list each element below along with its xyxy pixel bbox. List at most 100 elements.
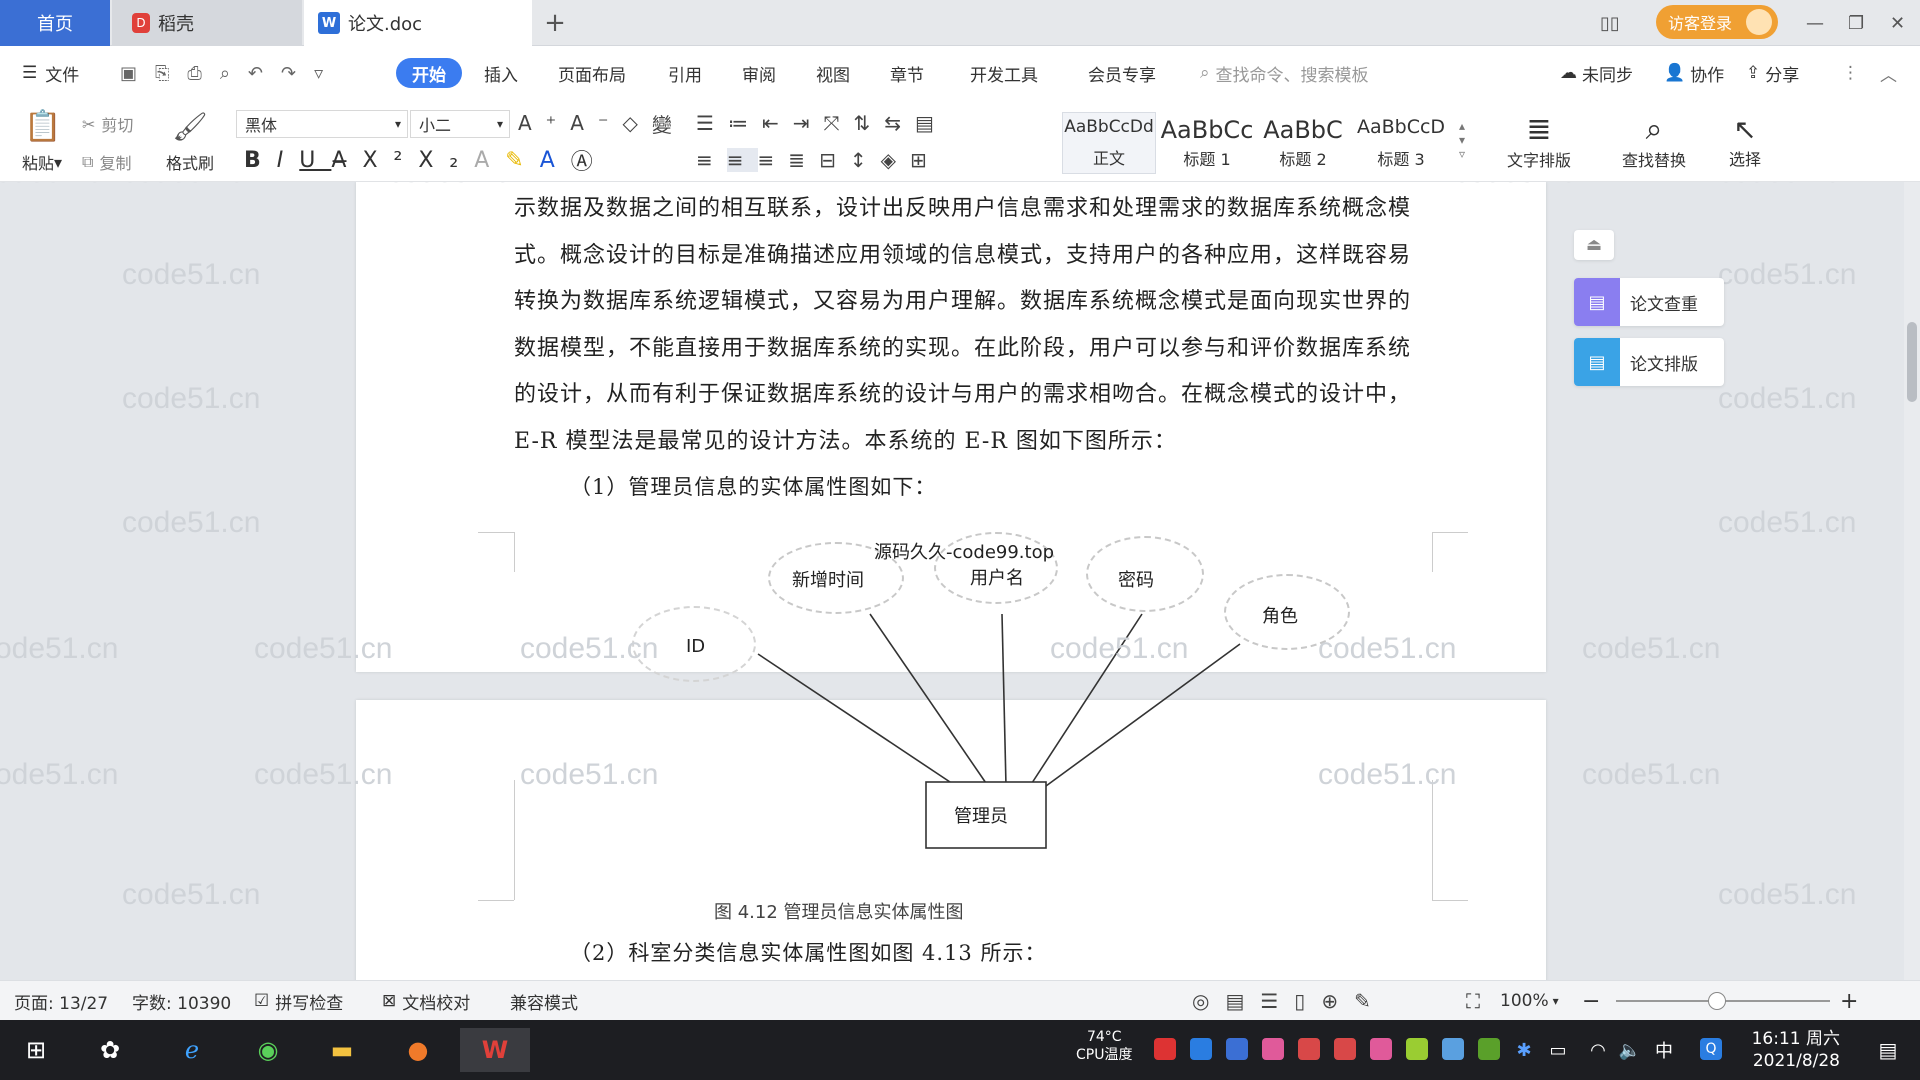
highlight-icon[interactable]: ✎ <box>505 148 539 173</box>
paste-button[interactable]: 粘贴 ▾ <box>14 150 70 174</box>
justify-icon[interactable]: ≣ <box>788 148 819 172</box>
tray-app-icon[interactable] <box>1298 1038 1320 1060</box>
tab-view[interactable]: 视图 <box>816 58 850 88</box>
borders-icon[interactable]: ⊞ <box>910 148 941 172</box>
side-panel-collapse-icon[interactable]: ⏏ <box>1574 230 1614 260</box>
tray-app-icon[interactable] <box>1406 1038 1428 1060</box>
align-right-icon[interactable]: ≡ <box>758 148 789 172</box>
tab-home[interactable]: 首页 <box>0 0 110 46</box>
style-heading-2[interactable]: AaBbC 标题 2 <box>1256 112 1350 174</box>
phonetic-icon[interactable]: 變 <box>652 109 686 138</box>
read-view-icon[interactable]: ▯ <box>1294 989 1321 1013</box>
tray-app-icon[interactable] <box>1370 1038 1392 1060</box>
line-spacing-icon[interactable]: ↕ <box>850 148 881 172</box>
redo-icon[interactable]: ↷ <box>281 63 314 84</box>
outline-view-icon[interactable]: ☰ <box>1260 989 1294 1013</box>
layout-toggle-icon[interactable]: ▯▯ <box>1600 0 1620 46</box>
file-explorer-icon[interactable]: ▬ <box>320 1028 364 1072</box>
new-tab-button[interactable]: + <box>540 0 570 46</box>
export-icon[interactable]: ⎘ <box>155 63 187 84</box>
vertical-scrollbar[interactable] <box>1904 182 1920 980</box>
close-icon[interactable]: ✕ <box>1890 0 1905 46</box>
chinese-layout-icon[interactable]: ⤧ <box>823 111 853 135</box>
tray-app-icon[interactable] <box>1442 1038 1464 1060</box>
font-shrink-icon[interactable]: A⁻ <box>570 111 622 135</box>
text-layout-button[interactable]: ≣ 文字排版 <box>1494 104 1584 178</box>
web-view-icon[interactable]: ⊕ <box>1321 989 1354 1013</box>
shield-icon[interactable] <box>1226 1038 1248 1060</box>
tray-app-icon[interactable] <box>1190 1038 1212 1060</box>
font-color-icon[interactable]: A <box>540 148 571 173</box>
guest-login-button[interactable]: 访客登录 <box>1656 5 1778 39</box>
tab-member[interactable]: 会员专享 <box>1088 58 1156 88</box>
document-canvas[interactable]: 示数据及数据之间的相互联系，设计出反映用户信息需求和处理需求的数据库系统概念模式… <box>0 182 1920 980</box>
undo-icon[interactable]: ↶ <box>248 63 281 84</box>
scrollbar-thumb[interactable] <box>1907 322 1917 402</box>
select-button[interactable]: ↖ 选择 <box>1710 104 1780 178</box>
italic-icon[interactable]: I <box>277 148 300 173</box>
battery-icon[interactable]: ▭ <box>1536 1028 1580 1072</box>
more-icon[interactable]: ⋮ <box>1842 58 1859 88</box>
cut-button[interactable]: ✂ 剪切 <box>82 112 133 136</box>
page-indicator[interactable]: 页面: 13/27 <box>14 981 108 1021</box>
zoom-out-icon[interactable]: − <box>1582 981 1600 1021</box>
format-painter-button[interactable]: 格式刷 <box>160 150 220 174</box>
zoom-level[interactable]: 100% ▾ <box>1500 981 1559 1021</box>
write-view-icon[interactable]: ✎ <box>1354 989 1387 1013</box>
superscript-icon[interactable]: X² <box>362 148 418 173</box>
paste-icon[interactable]: 📋 <box>18 106 68 146</box>
ie-browser-icon[interactable]: ℯ <box>170 1028 214 1072</box>
subscript-icon[interactable]: X₂ <box>418 148 474 173</box>
indent-icon[interactable]: ⇥ <box>793 111 824 135</box>
word-count[interactable]: 字数: 10390 <box>132 981 231 1021</box>
page-view-icon[interactable]: ▤ <box>1225 989 1260 1013</box>
font-grow-icon[interactable]: A⁺ <box>518 111 570 135</box>
sort-icon[interactable]: ⇅ <box>853 111 884 135</box>
style-gallery-scroll[interactable]: ▴ ▾ ▿ <box>1454 110 1470 170</box>
font-name-select[interactable]: 黑体 ▾ <box>236 110 408 138</box>
zoom-in-icon[interactable]: + <box>1840 981 1858 1021</box>
table-grid-icon[interactable]: ▤ <box>915 111 948 135</box>
menu-file[interactable]: ☰ 文件 <box>22 58 79 88</box>
fit-page-icon[interactable]: ⛶ <box>1466 981 1480 1021</box>
search-tray-icon[interactable]: Q <box>1700 1038 1722 1060</box>
style-heading-3[interactable]: AaBbCcD 标题 3 <box>1354 112 1448 174</box>
text-effect-icon[interactable]: A <box>474 148 505 173</box>
browser-360-icon[interactable]: ◉ <box>246 1028 290 1072</box>
quick-access-toolbar[interactable]: ▣ ⎘ ⎙ ⌕ ↶ ↷ ▿ <box>120 58 341 88</box>
save-icon[interactable]: ▣ <box>120 63 155 84</box>
tab-document[interactable]: W 论文.doc <box>304 0 532 46</box>
tab-page-layout[interactable]: 页面布局 <box>558 58 626 88</box>
eye-protect-icon[interactable]: ◎ <box>1192 989 1225 1013</box>
strikethrough-icon[interactable]: A̶ <box>331 148 362 173</box>
show-marks-icon[interactable]: ⇆ <box>884 111 915 135</box>
bold-icon[interactable]: B <box>244 148 277 173</box>
restore-icon[interactable]: ❐ <box>1848 0 1864 46</box>
align-center-icon[interactable]: ≡ <box>726 148 758 172</box>
app-orange-icon[interactable]: ● <box>396 1028 440 1072</box>
app-360-icon[interactable]: ✿ <box>88 1028 132 1072</box>
font-size-select[interactable]: 小二 ▾ <box>410 110 510 138</box>
bullet-list-icon[interactable]: ☰ <box>696 111 728 135</box>
align-left-icon[interactable]: ≡ <box>696 148 727 172</box>
find-replace-button[interactable]: ⌕ 查找替换 <box>1604 104 1704 178</box>
tab-daoke[interactable]: D 稻壳 <box>112 0 302 46</box>
nvidia-icon[interactable] <box>1478 1038 1500 1060</box>
tab-review[interactable]: 审阅 <box>742 58 776 88</box>
shading-icon[interactable]: ◈ <box>881 148 910 172</box>
collab-button[interactable]: 👤 协作 <box>1664 58 1724 88</box>
share-button[interactable]: ⇪ 分享 <box>1746 58 1799 88</box>
tray-app-icon[interactable] <box>1334 1038 1356 1060</box>
chevron-down-icon[interactable]: ▿ <box>314 63 341 84</box>
underline-icon[interactable]: U <box>299 148 331 173</box>
outdent-icon[interactable]: ⇤ <box>762 111 793 135</box>
proofread-button[interactable]: ⊠ 文档校对 <box>382 981 470 1021</box>
collapse-ribbon-icon[interactable]: ︿ <box>1880 58 1897 88</box>
windows-start-icon[interactable]: ⊞ <box>14 1028 58 1072</box>
distribute-icon[interactable]: ⊟ <box>819 148 850 172</box>
char-border-icon[interactable]: Ⓐ <box>571 144 609 176</box>
print-icon[interactable]: ⎙ <box>187 63 219 84</box>
format-painter-icon[interactable]: 🖌 <box>160 106 220 146</box>
spell-check-button[interactable]: ☑ 拼写检查 <box>254 981 343 1021</box>
tab-developer[interactable]: 开发工具 <box>970 58 1038 88</box>
